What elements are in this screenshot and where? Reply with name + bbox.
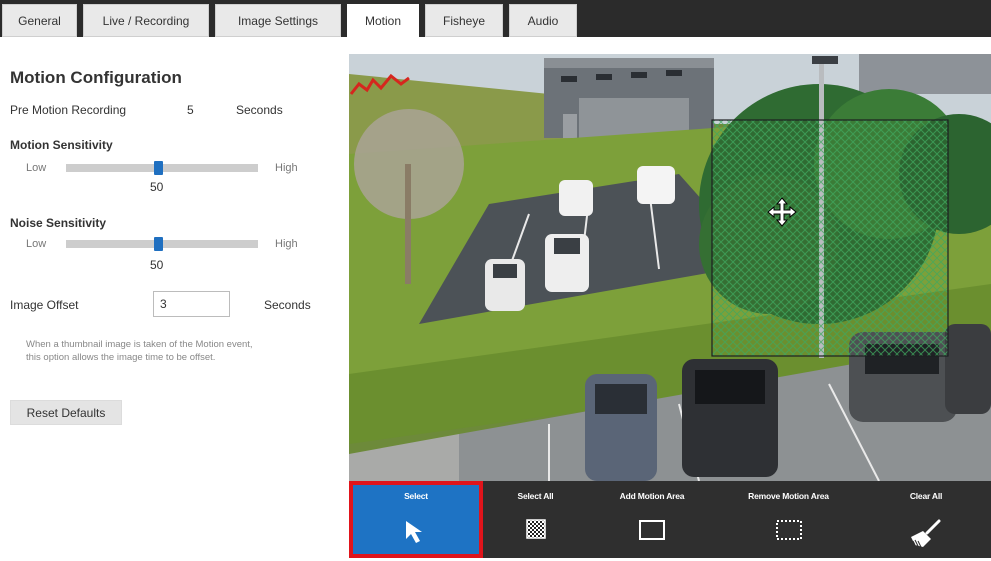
arrow-cursor-icon: [406, 521, 422, 543]
solid-square-icon: [639, 520, 665, 540]
motion-sensitivity-label: Motion Sensitivity: [10, 138, 113, 152]
motion-sensitivity-low: Low: [26, 162, 47, 174]
image-offset-help: When a thumbnail image is taken of the M…: [26, 339, 253, 363]
tab-label: Live / Recording: [102, 13, 190, 28]
motion-sensitivity-thumb[interactable]: [154, 161, 163, 175]
tab-label: General: [18, 13, 61, 28]
motion-sensitivity-slider[interactable]: [66, 161, 258, 175]
tab-bar: General Live / Recording Image Settings …: [0, 0, 991, 37]
tool-label: Select: [404, 491, 428, 501]
dashed-square-icon: [775, 520, 802, 540]
broom-icon: [911, 519, 941, 548]
camera-image: [349, 54, 991, 481]
pre-motion-unit: Seconds: [236, 103, 283, 117]
tool-label: Select All: [517, 491, 554, 501]
select-tool-button[interactable]: Select: [349, 481, 483, 558]
tool-label: Add Motion Area: [619, 491, 685, 501]
tab-image-settings[interactable]: Image Settings: [215, 4, 341, 37]
image-offset-label: Image Offset: [10, 298, 79, 312]
tool-label: Remove Motion Area: [748, 491, 829, 501]
tab-fisheye[interactable]: Fisheye: [425, 4, 503, 37]
camera-view[interactable]: [349, 54, 991, 481]
motion-sensitivity-high: High: [275, 162, 298, 174]
panel-title: Motion Configuration: [10, 68, 182, 87]
tab-general[interactable]: General: [2, 4, 77, 37]
checkered-grid-icon: [525, 519, 546, 539]
pre-motion-label: Pre Motion Recording: [10, 103, 127, 117]
tab-label: Image Settings: [237, 13, 319, 28]
add-motion-area-button[interactable]: Add Motion Area: [588, 481, 716, 558]
tab-live-recording[interactable]: Live / Recording: [83, 4, 209, 37]
noise-sensitivity-low: Low: [26, 238, 47, 250]
tab-label: Audio: [527, 13, 559, 28]
tab-motion[interactable]: Motion: [347, 4, 419, 37]
pre-motion-value: 5: [187, 103, 194, 117]
noise-sensitivity-slider[interactable]: [66, 237, 258, 251]
noise-sensitivity-high: High: [275, 238, 298, 250]
tool-label: Clear All: [909, 491, 943, 501]
motion-sensitivity-value: 50: [150, 180, 164, 194]
noise-sensitivity-thumb[interactable]: [154, 237, 163, 251]
tab-label: Fisheye: [442, 13, 486, 28]
noise-sensitivity-label: Noise Sensitivity: [10, 216, 107, 230]
image-offset-unit: Seconds: [264, 298, 311, 312]
motion-toolbar: Select Select All Add Motion Area Remove…: [349, 481, 991, 558]
clear-all-button[interactable]: Clear All: [861, 481, 991, 558]
noise-sensitivity-value: 50: [150, 258, 164, 272]
tab-audio[interactable]: Audio: [509, 4, 577, 37]
image-offset-input[interactable]: [153, 291, 230, 317]
remove-motion-area-button[interactable]: Remove Motion Area: [716, 481, 861, 558]
reset-defaults-button[interactable]: Reset Defaults: [10, 400, 122, 425]
select-all-tool-button[interactable]: Select All: [483, 481, 588, 558]
tab-label: Motion: [364, 13, 402, 28]
